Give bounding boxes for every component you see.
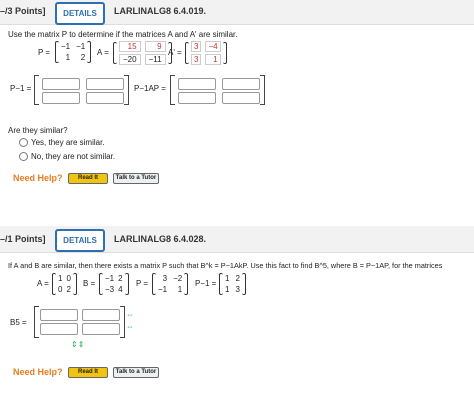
q1-p-label: P = (38, 48, 51, 57)
q1-aprime-label: A' = (168, 48, 182, 57)
bracket-right (222, 42, 227, 64)
matrix-cell: 1 (58, 274, 63, 283)
matrix-cell: 9 (144, 41, 166, 52)
q1-pinv-label: P−1 = (10, 84, 32, 93)
q1-pinv-cell-22-input[interactable] (86, 92, 124, 104)
q2-b5-cell-12-input[interactable] (82, 309, 120, 321)
bracket-right (72, 273, 77, 295)
matrix-cell: 3 (162, 274, 168, 283)
matrix-cell: 2 (118, 274, 123, 283)
q1-question-text: Are they similar? (8, 126, 68, 135)
matrix-cell: −1 (76, 42, 86, 51)
matrix-cell: 4 (118, 285, 123, 294)
q1-matrix-a: 15 9 −20 −11 (113, 41, 172, 65)
matrix-cell: 1 (177, 285, 183, 294)
matrix-cell: −2 (173, 274, 183, 283)
q2-details-button[interactable]: DETAILS (55, 229, 105, 252)
q2-read-it-button[interactable]: Read It (68, 367, 108, 378)
swap-right-icon[interactable]: ⇔ (126, 322, 134, 331)
swap-down-icon[interactable]: ⇕⇕ (71, 340, 84, 349)
q1-pinv-cell-21-input[interactable] (42, 92, 80, 104)
matrix-cell: 0 (66, 274, 71, 283)
q2-need-help: Need Help? (13, 367, 63, 377)
q1-points: –/3 Points] (0, 6, 46, 16)
q2-question-id: LARLINALG8 6.4.028. (114, 234, 207, 244)
q1-pinv-cell-12-input[interactable] (86, 78, 124, 90)
q2-a-label: A = (37, 279, 49, 288)
q1-details-button[interactable]: DETAILS (55, 2, 105, 25)
q1-talk-tutor-button[interactable]: Talk to a Tutor (113, 173, 159, 184)
q1-need-help: Need Help? (13, 173, 63, 183)
q2-pinv-label: P−1 = (195, 279, 217, 288)
q2-p-label: P = (136, 279, 149, 288)
bracket-right (260, 75, 265, 105)
q2-points: –/1 Points] (0, 234, 46, 244)
q2-matrix-a: 1 0 0 2 (52, 273, 77, 295)
q1-pinvap-cell-22-input[interactable] (222, 92, 260, 104)
matrix-cell: 1 (205, 54, 221, 65)
bracket-right (120, 306, 125, 338)
q1-no-radio[interactable] (19, 152, 28, 161)
q2-b-label: B = (83, 279, 96, 288)
matrix-cell: 1 (225, 274, 230, 283)
matrix-cell: −1 (158, 285, 168, 294)
matrix-cell: 3 (191, 54, 202, 65)
bracket-right (87, 41, 92, 63)
matrix-cell: 2 (235, 274, 240, 283)
bracket-right (124, 273, 129, 295)
bracket-right (184, 273, 189, 295)
matrix-cell: −3 (105, 285, 115, 294)
q1-yes-radio[interactable] (19, 138, 28, 147)
matrix-cell: −20 (119, 54, 141, 65)
bracket-right (124, 75, 129, 105)
matrix-cell: −4 (205, 41, 221, 52)
matrix-cell: 3 (235, 285, 240, 294)
q1-no-label[interactable]: No, they are not similar. (31, 152, 115, 161)
q2-b5-label: B5 = (10, 318, 27, 327)
q1-pinvap-cell-21-input[interactable] (178, 92, 216, 104)
q1-matrix-aprime: 3 −4 3 1 (185, 41, 227, 65)
q2-talk-tutor-button[interactable]: Talk to a Tutor (113, 367, 159, 378)
matrix-cell: −1 (61, 42, 71, 51)
matrix-cell: −11 (144, 54, 166, 65)
q1-pinvap-cell-11-input[interactable] (178, 78, 216, 90)
q1-yes-label[interactable]: Yes, they are similar. (31, 138, 105, 147)
q2-matrix-pinv: 1 2 1 3 (219, 273, 246, 295)
matrix-cell: −1 (105, 274, 115, 283)
q1-a-label: A = (97, 48, 109, 57)
bracket-left (34, 75, 39, 105)
q1-question-id: LARLINALG8 6.4.019. (114, 6, 207, 16)
q2-matrix-p: 3 −2 −1 1 (152, 273, 189, 295)
q1-pinvap-label: P−1AP = (134, 84, 166, 93)
matrix-cell: 3 (191, 41, 202, 52)
matrix-cell: 1 (225, 285, 230, 294)
matrix-cell: 15 (119, 41, 141, 52)
matrix-cell: 2 (66, 285, 71, 294)
q2-matrix-b: −1 2 −3 4 (99, 273, 129, 295)
bracket-left (170, 75, 175, 105)
matrix-cell: 2 (80, 53, 86, 62)
q1-instruction: Use the matrix P to determine if the mat… (8, 30, 238, 39)
q2-b5-cell-21-input[interactable] (40, 323, 78, 335)
q1-pinv-cell-11-input[interactable] (42, 78, 80, 90)
matrix-cell: 1 (65, 53, 71, 62)
q1-pinvap-cell-12-input[interactable] (222, 78, 260, 90)
bracket-left (34, 306, 39, 338)
q2-b5-cell-11-input[interactable] (40, 309, 78, 321)
q1-read-it-button[interactable]: Read It (68, 173, 108, 184)
matrix-cell: 0 (58, 285, 63, 294)
bracket-right (241, 273, 246, 295)
q2-instruction: If A and B are similar, then there exist… (8, 261, 443, 270)
q1-matrix-p: −1 −1 1 2 (55, 41, 92, 63)
swap-right-icon[interactable]: ⇔ (126, 310, 134, 319)
q2-b5-cell-22-input[interactable] (82, 323, 120, 335)
